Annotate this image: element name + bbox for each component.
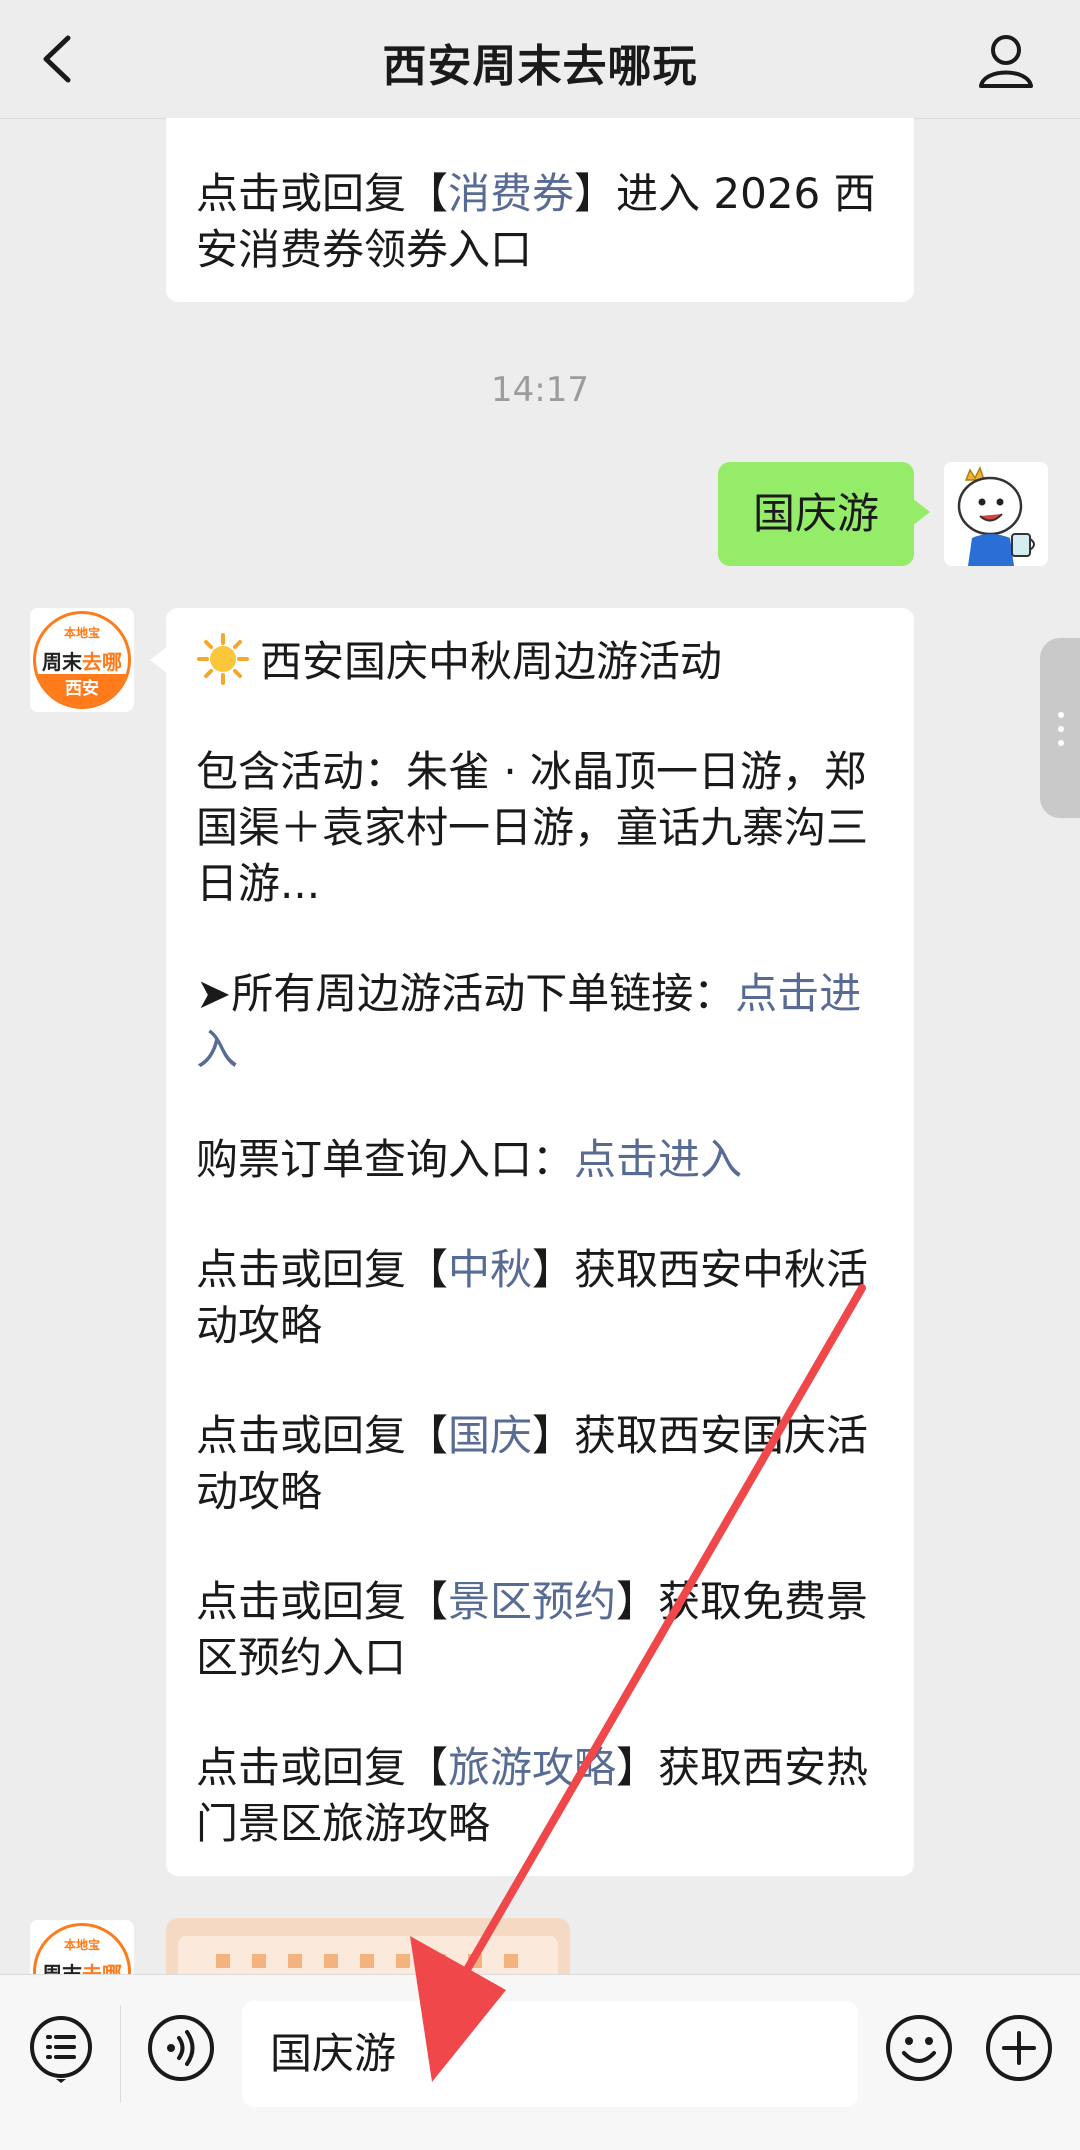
- plus-icon[interactable]: [984, 2013, 1054, 2083]
- side-drawer-handle[interactable]: [1040, 638, 1080, 818]
- ticket-link[interactable]: 点击进入: [574, 1135, 742, 1184]
- reply-ticket-line: 购票订单查询入口：点击进入: [196, 1132, 884, 1188]
- bot-logo: 本地宝 周末去哪 西安: [33, 611, 131, 709]
- logo-city: 西安: [36, 674, 128, 706]
- reply-item-national-day: 点击或回复【国庆】获取西安国庆活动攻略: [196, 1408, 884, 1520]
- national-day-link[interactable]: 国庆: [448, 1411, 532, 1460]
- travel-guide-link[interactable]: 旅游攻略: [448, 1743, 616, 1792]
- sent-message-bubble[interactable]: 国庆游: [718, 462, 930, 566]
- reply-heading-text: 西安国庆中秋周边游活动: [260, 637, 723, 686]
- logo-mid-a: 周末: [42, 650, 82, 674]
- reply-heading: 西安国庆中秋周边游活动: [196, 632, 884, 690]
- user-profile-icon[interactable]: [976, 30, 1036, 90]
- bot-logo-2: 本地宝 周末去哪: [33, 1923, 131, 1974]
- reply-item-travel-guide: 点击或回复【旅游攻略】获取西安热门景区旅游攻略: [196, 1740, 884, 1852]
- mid-autumn-link[interactable]: 中秋: [448, 1245, 532, 1294]
- reply-includes: 包含活动：朱雀 · 冰晶顶一日游，郑国渠＋袁家村一日游，童话九寨沟三日游...: [196, 747, 869, 908]
- item-pre: 点击或回复【: [196, 1411, 449, 1460]
- logo-mid-a: 周末: [42, 1962, 82, 1974]
- coupon-text: 点击或回复【消费券】进入 2026 西安消费券领券入口: [196, 166, 884, 278]
- reply-item-scenic-booking: 点击或回复【景区预约】获取免费景区预约入口: [196, 1574, 884, 1686]
- menu-list-icon[interactable]: [26, 2013, 96, 2083]
- chat-title: 西安周末去哪玩: [382, 41, 698, 92]
- bot-avatar-2[interactable]: 本地宝 周末去哪: [30, 1920, 134, 1974]
- coupon-link[interactable]: 消费券: [448, 169, 574, 218]
- logo-brand: 本地宝: [63, 626, 100, 640]
- chat-input-bar: 国庆游: [0, 1974, 1080, 2150]
- ticket-prefix: 购票订单查询入口：: [196, 1135, 575, 1184]
- message-bubble-coupon: 点击或回复【消费券】进入 2026 西安消费券领券入口: [166, 118, 914, 302]
- item-pre: 点击或回复【: [196, 1743, 449, 1792]
- scenic-booking-link[interactable]: 景区预约: [448, 1577, 616, 1626]
- item-pre: 点击或回复【: [196, 1245, 449, 1294]
- order-prefix: ➤所有周边游活动下单链接：: [196, 969, 736, 1018]
- sun-icon: [197, 633, 249, 685]
- chat-header: 西安周末去哪玩: [0, 0, 1080, 119]
- logo-mid: 周末去哪: [36, 1958, 128, 1974]
- logo-mid-b: 去哪: [82, 650, 122, 674]
- reply-message-bubble: 西安国庆中秋周边游活动 包含活动：朱雀 · 冰晶顶一日游，郑国渠＋袁家村一日游，…: [150, 608, 914, 1876]
- logo-brand: 本地宝: [63, 1938, 100, 1952]
- message-input[interactable]: 国庆游: [242, 2001, 858, 2107]
- voice-icon[interactable]: [146, 2013, 216, 2083]
- bot-avatar[interactable]: 本地宝 周末去哪 西安: [30, 608, 134, 712]
- reply-item-mid-autumn: 点击或回复【中秋】获取西安中秋活动攻略: [196, 1242, 884, 1354]
- emoji-icon[interactable]: [884, 2013, 954, 2083]
- reply-order-line: ➤所有周边游活动下单链接：点击进入: [196, 966, 884, 1078]
- logo-mid: 周末去哪: [36, 646, 128, 675]
- message-timestamp: 14:17: [491, 370, 589, 410]
- my-avatar[interactable]: [944, 462, 1048, 566]
- item-pre: 点击或回复【: [196, 1577, 449, 1626]
- logo-mid-b: 去哪: [82, 1962, 122, 1974]
- link-card-preview[interactable]: [166, 1918, 570, 1978]
- coupon-pre: 点击或回复【: [196, 169, 449, 218]
